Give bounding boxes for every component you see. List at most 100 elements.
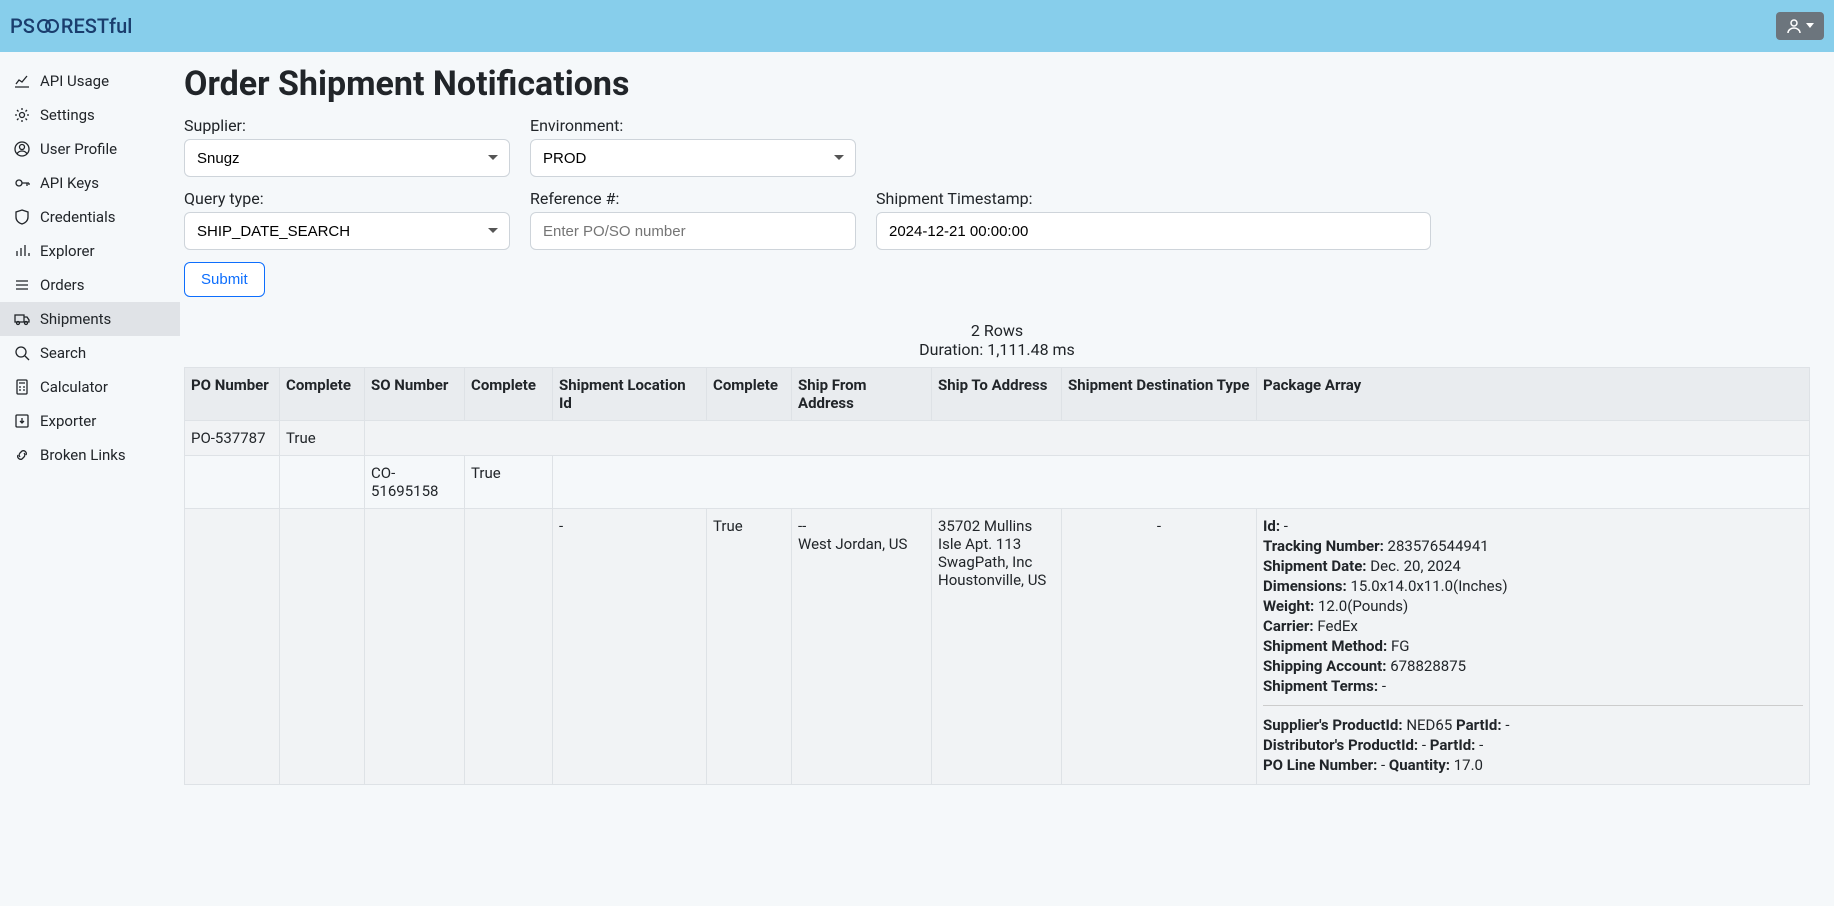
th-package: Package Array: [1257, 368, 1810, 421]
sidebar-item-user-profile[interactable]: User Profile: [0, 132, 180, 166]
supplier-label: Supplier:: [184, 116, 510, 135]
logo-text-ps: PS: [10, 14, 35, 38]
sidebar-item-label: Exporter: [40, 412, 96, 430]
sidebar-item-broken-links[interactable]: Broken Links: [0, 438, 180, 472]
addr-line: --: [798, 517, 925, 535]
cell-empty: [365, 509, 465, 785]
logo-text-rest: RESTful: [61, 14, 132, 38]
pkg-val: 12.0(Pounds): [1318, 597, 1408, 615]
sidebar: API Usage Settings User Profile API Keys…: [0, 52, 180, 825]
addr-line: SwagPath, Inc: [938, 553, 1055, 571]
cell-empty: [365, 421, 1810, 456]
cell-package: Id: - Tracking Number: 283576544941 Ship…: [1257, 509, 1810, 785]
user-icon: [1786, 18, 1802, 34]
pkg-val: -: [1505, 716, 1509, 734]
key-icon: [14, 175, 30, 191]
cell-empty: [280, 509, 365, 785]
sidebar-item-orders[interactable]: Orders: [0, 268, 180, 302]
brand-logo[interactable]: PS RESTful: [10, 14, 132, 38]
sidebar-item-api-usage[interactable]: API Usage: [0, 64, 180, 98]
query-type-select[interactable]: SHIP_DATE_SEARCH: [184, 212, 510, 250]
table-row: CO-51695158 True: [185, 456, 1810, 509]
pkg-label: Tracking Number:: [1263, 537, 1384, 555]
sidebar-item-label: Explorer: [40, 242, 95, 260]
sidebar-item-label: Shipments: [40, 310, 111, 328]
rows-count: 2 Rows: [184, 321, 1810, 340]
pkg-val: -: [1422, 736, 1426, 754]
pkg-val: Dec. 20, 2024: [1370, 557, 1461, 575]
timestamp-label: Shipment Timestamp:: [876, 189, 1431, 208]
th-dest-type: Shipment Destination Type: [1062, 368, 1257, 421]
pkg-label: PartId:: [1456, 716, 1502, 734]
addr-line: 35702 Mullins Isle Apt. 113: [938, 517, 1055, 553]
pkg-label: Supplier's ProductId:: [1263, 716, 1403, 734]
cell-location: -: [553, 509, 707, 785]
main-content: Order Shipment Notifications Supplier: S…: [180, 52, 1834, 825]
sidebar-item-exporter[interactable]: Exporter: [0, 404, 180, 438]
pkg-val: FedEx: [1317, 617, 1358, 635]
export-icon: [14, 413, 30, 429]
search-icon: [14, 345, 30, 361]
calculator-icon: [14, 379, 30, 395]
table-row: PO-537787 True: [185, 421, 1810, 456]
sidebar-item-api-keys[interactable]: API Keys: [0, 166, 180, 200]
caret-down-icon: [1806, 23, 1814, 29]
th-po-number: PO Number: [185, 368, 280, 421]
header: PS RESTful: [0, 0, 1834, 52]
pkg-label: Weight:: [1263, 597, 1314, 615]
th-ship-to: Ship To Address: [932, 368, 1062, 421]
sidebar-item-explorer[interactable]: Explorer: [0, 234, 180, 268]
sidebar-item-label: Credentials: [40, 208, 115, 226]
sidebar-item-label: Settings: [40, 106, 95, 124]
separator: [1263, 705, 1803, 706]
sidebar-item-label: Search: [40, 344, 86, 362]
sidebar-item-settings[interactable]: Settings: [0, 98, 180, 132]
pkg-val: -: [1381, 756, 1385, 774]
cell-empty: [185, 456, 280, 509]
sidebar-item-label: API Keys: [40, 174, 99, 192]
pkg-label: Shipping Account:: [1263, 657, 1386, 675]
truck-icon: [14, 311, 30, 327]
sidebar-item-label: Broken Links: [40, 446, 126, 464]
pkg-val: FG: [1391, 637, 1410, 655]
pkg-label: Shipment Terms:: [1263, 677, 1378, 695]
results-meta: 2 Rows Duration: 1,111.48 ms: [184, 321, 1810, 359]
list-icon: [14, 277, 30, 293]
cell-complete: True: [707, 509, 792, 785]
th-ship-from: Ship From Address: [792, 368, 932, 421]
sidebar-item-calculator[interactable]: Calculator: [0, 370, 180, 404]
sidebar-item-credentials[interactable]: Credentials: [0, 200, 180, 234]
logo-icon: [37, 18, 59, 34]
gear-icon: [14, 107, 30, 123]
chart-line-icon: [14, 73, 30, 89]
bars-icon: [14, 243, 30, 259]
reference-input[interactable]: [530, 212, 856, 250]
th-shipment-location: Shipment Location Id: [553, 368, 707, 421]
environment-label: Environment:: [530, 116, 856, 135]
supplier-select[interactable]: Snugz: [184, 139, 510, 177]
th-complete-2: Complete: [465, 368, 553, 421]
sidebar-item-label: API Usage: [40, 72, 109, 90]
cell-empty: [280, 456, 365, 509]
environment-select[interactable]: PROD: [530, 139, 856, 177]
user-menu[interactable]: [1776, 12, 1824, 40]
pkg-label: PartId:: [1430, 736, 1476, 754]
query-type-label: Query type:: [184, 189, 510, 208]
timestamp-input[interactable]: [876, 212, 1431, 250]
sidebar-item-label: User Profile: [40, 140, 117, 158]
table-row: - True -- West Jordan, US 35702 Mullins …: [185, 509, 1810, 785]
pkg-val: 15.0x14.0x11.0(Inches): [1350, 577, 1507, 595]
page-title: Order Shipment Notifications: [184, 64, 1810, 104]
shield-icon: [14, 209, 30, 225]
sidebar-item-label: Orders: [40, 276, 85, 294]
user-circle-icon: [14, 141, 30, 157]
cell-empty: [553, 456, 1810, 509]
sidebar-item-search[interactable]: Search: [0, 336, 180, 370]
submit-button[interactable]: Submit: [184, 262, 265, 297]
reference-label: Reference #:: [530, 189, 856, 208]
pkg-label: Id:: [1263, 517, 1280, 535]
cell-complete: True: [465, 456, 553, 509]
cell-complete: True: [280, 421, 365, 456]
pkg-label: PO Line Number:: [1263, 756, 1377, 774]
sidebar-item-shipments[interactable]: Shipments: [0, 302, 180, 336]
